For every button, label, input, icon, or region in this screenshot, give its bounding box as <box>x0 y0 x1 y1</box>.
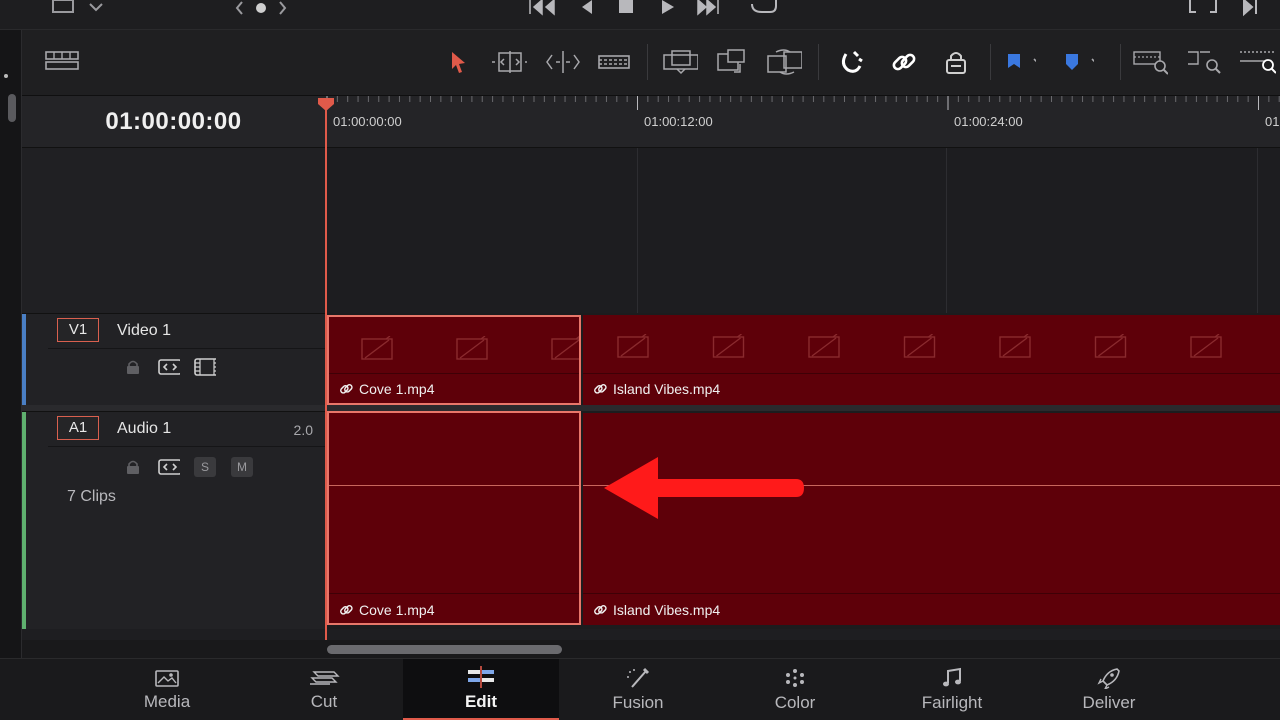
video-track-header[interactable]: V1 Video 1 <box>22 313 325 405</box>
vertical-scrollbar[interactable] <box>8 94 16 122</box>
page-tab-edit[interactable]: Edit <box>403 659 559 720</box>
media-icon <box>155 670 179 687</box>
timeline-footer <box>22 629 1280 640</box>
playhead-line[interactable] <box>325 100 327 645</box>
transport-controls-icon[interactable] <box>526 0 786 18</box>
trim-tool-icon[interactable] <box>491 44 527 80</box>
timeline-toolbar <box>0 30 1280 96</box>
zoom-custom-icon[interactable] <box>1240 44 1276 80</box>
clip-name: Cove 1.mp4 <box>359 381 435 397</box>
audio-channel-format: 2.0 <box>293 422 313 438</box>
fullscreen-icon[interactable] <box>1188 0 1268 18</box>
left-sidebar-strip <box>0 30 22 658</box>
marker-icon[interactable] <box>1058 44 1094 80</box>
position-lock-icon[interactable] <box>938 44 974 80</box>
link-icon <box>340 384 353 394</box>
edit-icon <box>468 665 494 688</box>
clip-thumbnail-icon <box>617 334 1222 358</box>
gridline <box>637 148 638 313</box>
page-label: Color <box>774 693 816 712</box>
viewer-layout-icon[interactable] <box>50 0 106 18</box>
page-tab-color[interactable]: Color <box>717 659 873 720</box>
page-label: Deliver <box>1082 693 1136 712</box>
link-icon <box>340 605 353 615</box>
linked-selection-icon[interactable] <box>886 44 922 80</box>
deliver-icon <box>1097 668 1120 689</box>
page-navigation-bar: Media Cut Edit Fusion Color Fairlight De… <box>0 658 1280 720</box>
solo-button[interactable]: S <box>194 457 216 477</box>
page-tab-deliver[interactable]: Deliver <box>1031 659 1187 720</box>
timeline-view-options-icon[interactable] <box>44 50 80 74</box>
mute-button[interactable]: M <box>231 457 253 477</box>
clip-name: Island Vibes.mp4 <box>613 602 721 618</box>
page-tab-fairlight[interactable]: Fairlight <box>874 659 1030 720</box>
timecode-panel: 01:00:00:00 <box>22 96 325 148</box>
zoom-detail-icon[interactable] <box>1186 44 1222 80</box>
fairlight-icon <box>943 667 961 687</box>
lock-track-icon[interactable] <box>122 458 144 476</box>
horizontal-scrollbar[interactable] <box>327 645 562 654</box>
page-tab-media[interactable]: Media <box>89 659 245 720</box>
color-icon <box>786 669 804 687</box>
ruler-label-3: 01 <box>1265 114 1280 129</box>
insert-clip-icon[interactable] <box>662 44 698 80</box>
ruler-ticks <box>326 96 1280 110</box>
audio-waveform-line <box>329 485 579 486</box>
flag-icon[interactable] <box>1000 44 1036 80</box>
clip-thumbnail-icon <box>361 336 579 360</box>
page-label: Cut <box>310 692 338 711</box>
track-id-a1[interactable]: A1 <box>57 416 99 440</box>
track-id-v1[interactable]: V1 <box>57 318 99 342</box>
ruler-label-2: 01:00:24:00 <box>954 114 1023 129</box>
track-name-video[interactable]: Video 1 <box>117 322 171 340</box>
video-track-color <box>22 314 26 405</box>
replace-clip-icon[interactable] <box>766 44 802 80</box>
page-label: Edit <box>464 691 498 711</box>
empty-timeline-area[interactable] <box>325 148 1280 313</box>
selection-tool-icon[interactable] <box>440 44 476 80</box>
gridline <box>1257 148 1258 313</box>
gridline <box>946 148 947 313</box>
timecode-display[interactable]: 01:00:00:00 <box>22 108 325 136</box>
auto-select-icon[interactable] <box>158 458 180 476</box>
dynamic-trim-icon[interactable] <box>544 44 580 80</box>
link-icon <box>594 384 607 394</box>
audio-track-color <box>22 412 26 629</box>
clip-name: Cove 1.mp4 <box>359 602 435 618</box>
overwrite-clip-icon[interactable] <box>714 44 750 80</box>
page-tab-cut[interactable]: Cut <box>246 659 402 720</box>
lock-track-icon[interactable] <box>122 358 144 376</box>
page-tab-fusion[interactable]: Fusion <box>560 659 716 720</box>
empty-track-header-area <box>22 148 325 313</box>
video-clip-cove-selected[interactable]: Cove 1.mp4 <box>327 315 581 405</box>
fusion-icon <box>627 667 650 688</box>
link-icon <box>594 605 607 615</box>
clip-name: Island Vibes.mp4 <box>613 381 721 397</box>
transport-bar <box>0 0 1280 30</box>
resolve-edit-page: 01:00:00:00 01:00:00:00 01:00:12:00 01:0… <box>0 0 1280 720</box>
audio-track-header[interactable]: A1 Audio 1 2.0 S M 7 Clips <box>22 411 325 629</box>
snapping-icon[interactable] <box>834 44 870 80</box>
audio-clip-cove-selected[interactable]: Cove 1.mp4 <box>327 411 581 625</box>
cut-icon <box>310 671 340 685</box>
sidebar-dot-icon <box>4 74 8 78</box>
timeline-ruler[interactable]: 01:00:00:00 01:00:12:00 01:00:24:00 01 <box>325 96 1280 148</box>
horizontal-scroll-area <box>22 640 1280 658</box>
page-label: Fusion <box>612 693 664 712</box>
video-clip-island-vibes[interactable]: Island Vibes.mp4 <box>583 315 1280 405</box>
page-label: Fairlight <box>921 693 983 712</box>
zoom-full-icon[interactable] <box>1132 44 1168 80</box>
playhead-handle-icon[interactable] <box>316 96 336 112</box>
ruler-label-0: 01:00:00:00 <box>333 114 402 129</box>
page-label: Media <box>143 692 191 711</box>
disable-video-track-icon[interactable] <box>194 358 216 376</box>
blade-tool-icon[interactable] <box>596 44 632 80</box>
annotation-arrow-icon <box>604 457 804 519</box>
track-name-audio[interactable]: Audio 1 <box>117 420 171 438</box>
auto-select-icon[interactable] <box>158 358 180 376</box>
ruler-label-1: 01:00:12:00 <box>644 114 713 129</box>
clip-count: 7 Clips <box>67 488 116 505</box>
clip-nav-icon[interactable] <box>232 0 292 16</box>
